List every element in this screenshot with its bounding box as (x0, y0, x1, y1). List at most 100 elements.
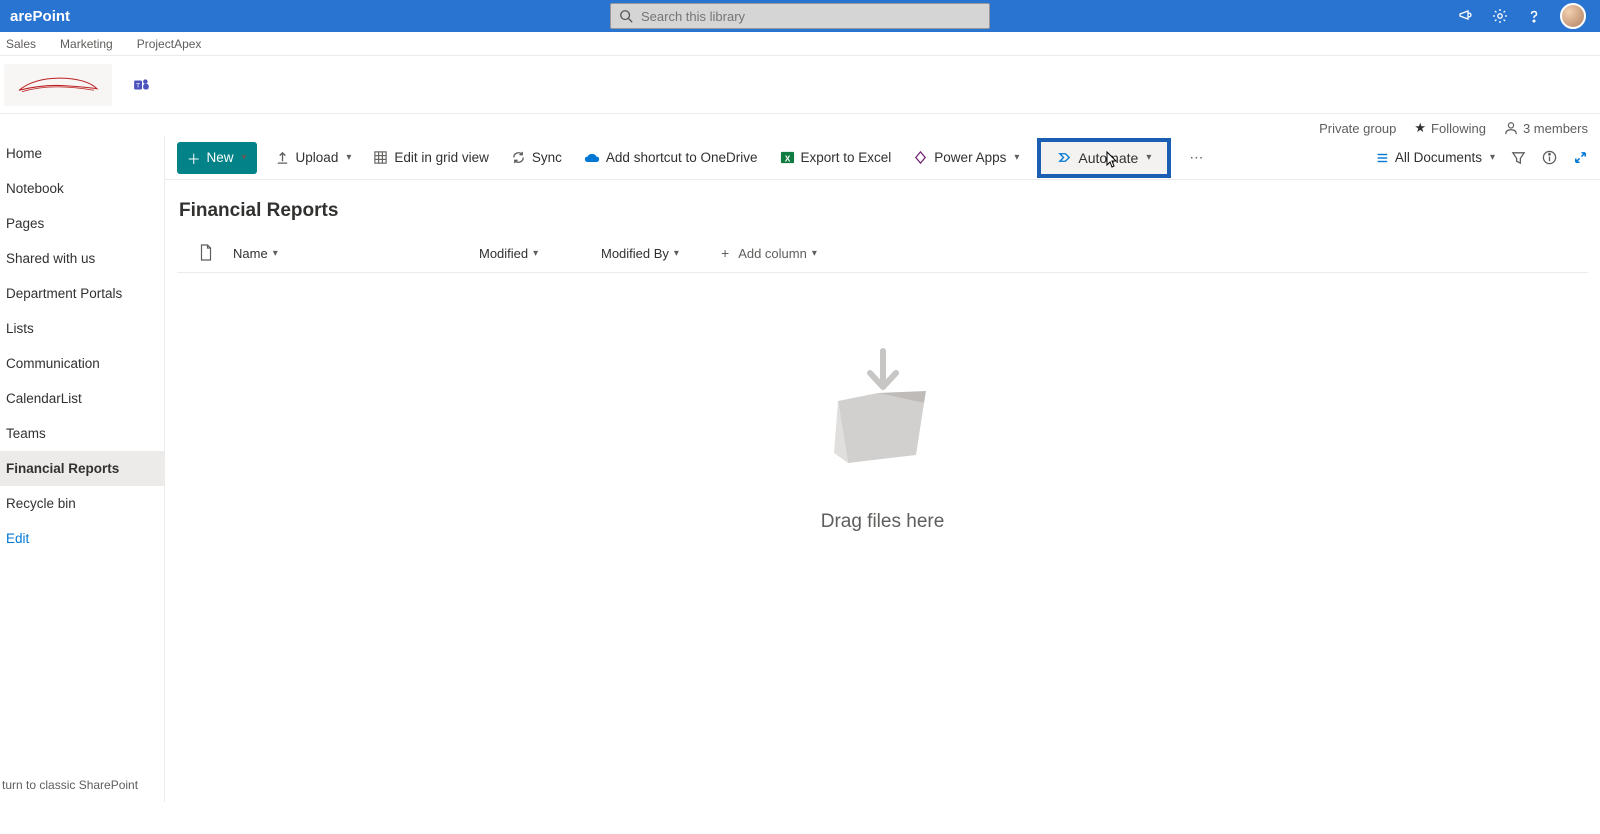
expand-icon[interactable] (1573, 150, 1588, 165)
chevron-down-icon: ▾ (533, 248, 538, 259)
plus-icon: ＋ (187, 148, 201, 168)
suite-header: arePoint (0, 0, 1600, 32)
power-apps-button[interactable]: Power Apps ▾ (909, 146, 1023, 169)
modified-column[interactable]: Modified ▾ (479, 246, 601, 261)
suite-actions (1458, 3, 1592, 29)
nav-lists[interactable]: Lists (0, 311, 164, 346)
classic-sharepoint-link[interactable]: turn to classic SharePoint (0, 774, 140, 796)
svg-text:T: T (136, 82, 140, 89)
name-column-label: Name (233, 246, 268, 261)
search-wrap (610, 3, 990, 29)
upload-icon (275, 150, 290, 165)
filter-icon[interactable] (1511, 150, 1526, 165)
powerapps-icon (913, 150, 928, 165)
nav-edit-link[interactable]: Edit (0, 521, 164, 556)
grid-view-button[interactable]: Edit in grid view (369, 146, 493, 169)
grid-view-label: Edit in grid view (394, 150, 489, 165)
nav-recycle-bin[interactable]: Recycle bin (0, 486, 164, 521)
name-column[interactable]: Name ▾ (233, 246, 479, 261)
gear-icon[interactable] (1492, 8, 1508, 24)
nav-teams[interactable]: Teams (0, 416, 164, 451)
chevron-down-icon: ▾ (273, 248, 278, 259)
upload-button[interactable]: Upload ▾ (271, 146, 356, 169)
nav-financial-reports[interactable]: Financial Reports (0, 451, 164, 486)
file-type-column[interactable] (177, 244, 233, 262)
person-icon (1504, 121, 1518, 135)
site-info-row: Private group ★ Following 3 members (0, 114, 1600, 136)
nav-calendarlist[interactable]: CalendarList (0, 381, 164, 416)
more-commands-button[interactable]: ⋯ (1185, 145, 1207, 170)
nav-pages[interactable]: Pages (0, 206, 164, 241)
command-bar: ＋ New ▾ Upload ▾ Edit in grid view (165, 136, 1600, 180)
hub-nav: Sales Marketing ProjectApex (0, 32, 1600, 56)
star-icon: ★ (1414, 120, 1426, 136)
hub-tab-projectapex[interactable]: ProjectApex (137, 37, 202, 51)
shortcut-button[interactable]: Add shortcut to OneDrive (580, 146, 762, 169)
library-title: Financial Reports (177, 192, 1588, 236)
automate-button[interactable]: Automate ▾ (1037, 138, 1171, 178)
user-avatar[interactable] (1560, 3, 1586, 29)
folder-drop-icon (808, 343, 958, 483)
nav-dept[interactable]: Department Portals (0, 276, 164, 311)
site-logo[interactable] (4, 64, 112, 106)
chevron-down-icon: ▾ (812, 248, 817, 259)
chevron-down-icon: ▾ (1490, 152, 1495, 163)
nav-shared[interactable]: Shared with us (0, 241, 164, 276)
members-count: 3 members (1523, 121, 1588, 136)
new-label: New (207, 150, 234, 165)
export-excel-button[interactable]: X Export to Excel (776, 146, 896, 169)
search-icon (619, 9, 633, 23)
chevron-down-icon: ▾ (346, 152, 351, 163)
power-apps-label: Power Apps (934, 150, 1006, 165)
nav-notebook[interactable]: Notebook (0, 171, 164, 206)
chevron-down-icon: ▾ (1014, 152, 1019, 163)
view-name: All Documents (1395, 150, 1482, 165)
hub-tab-sales[interactable]: Sales (6, 37, 36, 51)
chevron-down-icon: ▾ (674, 248, 679, 259)
following-toggle[interactable]: ★ Following (1414, 120, 1486, 136)
app-name[interactable]: arePoint (8, 8, 70, 25)
column-headers: Name ▾ Modified ▾ Modified By ▾ + Add co… (177, 236, 1588, 273)
nav-communication[interactable]: Communication (0, 346, 164, 381)
megaphone-icon[interactable] (1458, 8, 1474, 24)
modified-by-column[interactable]: Modified By ▾ (601, 246, 721, 261)
page-layout: Home Notebook Pages Shared with us Depar… (0, 136, 1600, 802)
privacy-label: Private group (1319, 121, 1396, 136)
hub-tab-marketing[interactable]: Marketing (60, 37, 113, 51)
members-link[interactable]: 3 members (1504, 121, 1588, 136)
shortcut-label: Add shortcut to OneDrive (606, 150, 758, 165)
automate-label: Automate (1078, 150, 1138, 166)
search-input[interactable] (641, 9, 981, 24)
view-selector[interactable]: All Documents ▾ (1375, 150, 1495, 165)
excel-icon: X (780, 150, 795, 165)
left-nav: Home Notebook Pages Shared with us Depar… (0, 136, 165, 802)
automate-icon (1057, 150, 1072, 165)
export-excel-label: Export to Excel (801, 150, 892, 165)
drag-files-text: Drag files here (821, 511, 945, 533)
site-header: T (0, 56, 1600, 114)
nav-home[interactable]: Home (0, 136, 164, 171)
plus-icon: + (721, 245, 729, 261)
sync-button[interactable]: Sync (507, 146, 566, 169)
search-box[interactable] (610, 3, 990, 29)
modified-column-label: Modified (479, 246, 528, 261)
library-view: Financial Reports Name ▾ Modified ▾ Modi (177, 180, 1588, 802)
info-icon[interactable] (1542, 150, 1557, 165)
onedrive-icon (584, 150, 600, 165)
add-column-label: Add column (738, 246, 807, 261)
main-region: ＋ New ▾ Upload ▾ Edit in grid view (165, 136, 1600, 802)
command-bar-right: All Documents ▾ (1375, 150, 1588, 165)
help-icon[interactable] (1526, 8, 1542, 24)
teams-icon[interactable]: T (130, 73, 154, 97)
add-column-button[interactable]: + Add column ▾ (721, 245, 861, 261)
chevron-down-icon: ▾ (242, 152, 247, 163)
new-button[interactable]: ＋ New ▾ (177, 142, 257, 174)
modified-by-column-label: Modified By (601, 246, 669, 261)
main-content: Financial Reports Name ▾ Modified ▾ Modi (165, 180, 1600, 802)
chevron-down-icon: ▾ (1146, 152, 1151, 163)
following-label: Following (1431, 121, 1486, 136)
grid-icon (373, 150, 388, 165)
empty-state[interactable]: Drag files here (177, 273, 1588, 802)
svg-text:X: X (784, 153, 790, 163)
sync-icon (511, 150, 526, 165)
